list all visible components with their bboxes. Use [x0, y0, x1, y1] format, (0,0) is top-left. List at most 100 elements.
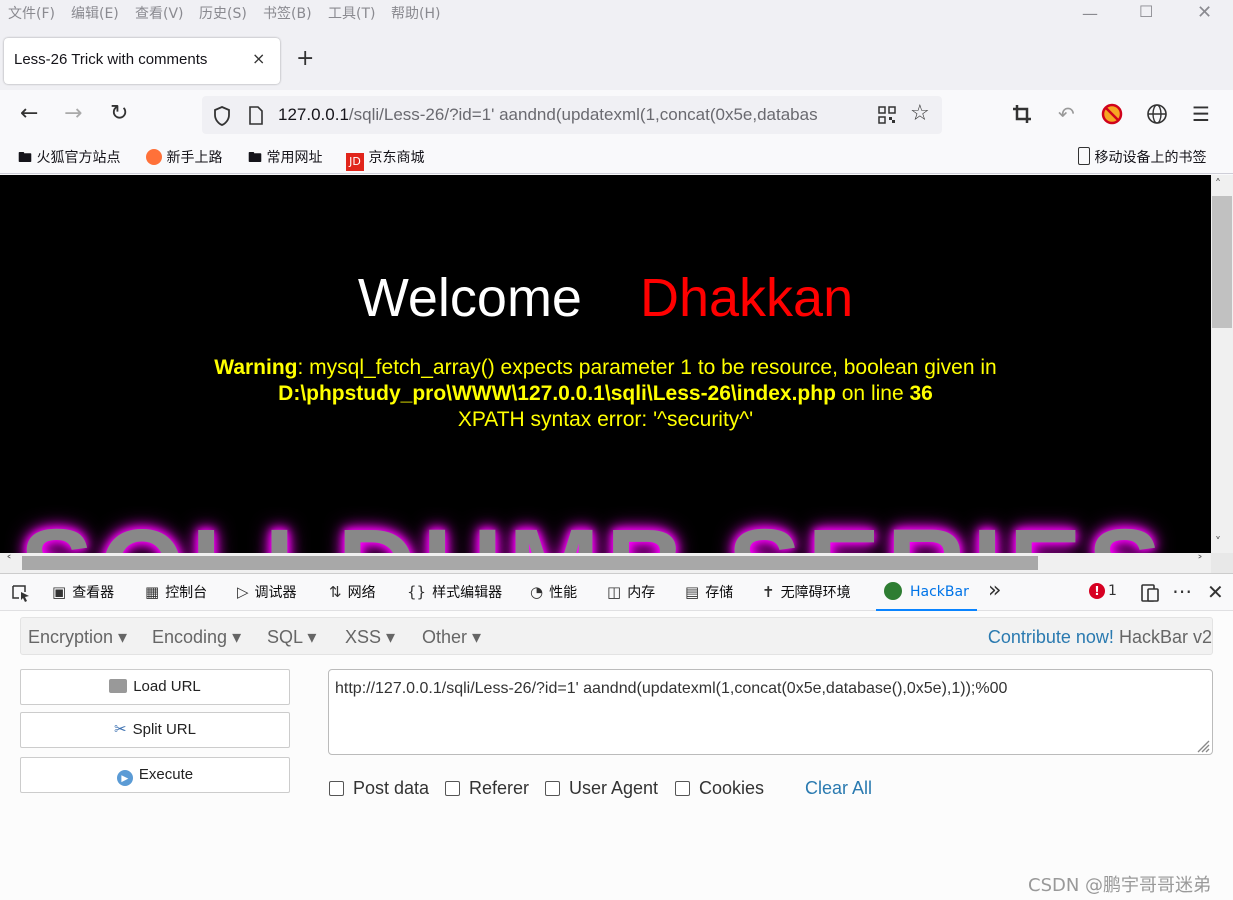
contribute-link[interactable]: Contribute now! [988, 627, 1114, 647]
back-icon[interactable]: ← [20, 102, 38, 126]
button-label: Split URL [132, 721, 196, 738]
tab-accessibility[interactable]: ✝ 无障碍环境 [762, 574, 851, 611]
vertical-scroll-thumb[interactable] [1212, 196, 1232, 328]
tab-storage[interactable]: ▤ 存储 [685, 574, 733, 611]
minimize-icon[interactable]: — [1082, 4, 1098, 23]
url-bar[interactable]: 127.0.0.1/sqli/Less-26/?id=1' aandnd(upd… [202, 96, 942, 134]
forward-icon[interactable]: → [64, 102, 82, 126]
post-data-checkbox[interactable]: Post data [329, 778, 429, 799]
bookmark-label: 新手上路 [166, 150, 223, 166]
window-close-icon[interactable]: ✕ [1197, 2, 1212, 23]
responsive-design-icon[interactable] [1140, 583, 1160, 603]
checkbox-label: User Agent [569, 778, 659, 798]
crop-icon[interactable] [1012, 104, 1032, 124]
star-icon[interactable]: ☆ [910, 101, 930, 126]
undo-icon[interactable]: ↶ [1058, 102, 1075, 126]
jd-icon: JD [346, 153, 364, 171]
tab-debugger[interactable]: ▷ 调试器 [237, 574, 297, 611]
bookmark-getting-started[interactable]: 新手上路 [146, 147, 222, 167]
menu-edit[interactable]: 编辑(E) [71, 3, 119, 23]
hackbar-version: HackBar v2 [1118, 627, 1212, 647]
tab-close-icon[interactable]: × [252, 49, 265, 68]
reload-icon[interactable]: ↻ [110, 102, 128, 126]
error-icon[interactable]: ! [1089, 583, 1105, 599]
scroll-up-icon[interactable]: ˄ [1215, 177, 1221, 191]
menu-history[interactable]: 历史(S) [199, 3, 247, 23]
hackbar-menu-encoding[interactable]: Encoding ▾ [152, 627, 241, 648]
scroll-right-icon[interactable]: ˃ [1197, 554, 1203, 568]
new-tab-button[interactable]: + [296, 48, 314, 70]
devtools-close-icon[interactable]: ✕ [1207, 580, 1224, 604]
menu-file[interactable]: 文件(F) [8, 3, 55, 23]
block-extension-icon[interactable] [1101, 103, 1123, 125]
performance-icon: ◔ [530, 583, 544, 601]
hackbar-menu-xss[interactable]: XSS ▾ [345, 627, 395, 648]
menu-tools[interactable]: 工具(T) [328, 3, 375, 23]
tab-network[interactable]: ⇅ 网络 [329, 574, 376, 611]
execute-button[interactable]: ▶ Execute [20, 757, 290, 793]
bookmark-jd[interactable]: JD 京东商城 [346, 147, 424, 171]
nav-bar: ← → ↻ 127.0.0.1/sqli/Less-26/?id=1' aand… [0, 90, 1233, 138]
console-icon: ▦ [145, 583, 160, 601]
hackbar-icon [884, 582, 902, 600]
element-picker-icon[interactable] [11, 584, 31, 602]
checkbox-box[interactable] [545, 781, 560, 796]
split-url-button[interactable]: ✂ Split URL [20, 712, 290, 748]
scroll-down-icon[interactable]: ˅ [1215, 535, 1221, 549]
horizontal-scroll-thumb[interactable] [22, 556, 1038, 570]
checkbox-box[interactable] [445, 781, 460, 796]
tab-inspector[interactable]: ▣ 查看器 [52, 574, 114, 611]
bookmark-mobile[interactable]: 移动设备上的书签 [1078, 147, 1206, 167]
contribute-area: Contribute now! HackBar v2 [988, 627, 1212, 648]
globe-icon[interactable] [1146, 103, 1168, 125]
resize-handle-icon[interactable] [1194, 737, 1210, 753]
cookies-checkbox[interactable]: Cookies [675, 778, 764, 799]
tab-memory[interactable]: ◫ 内存 [607, 574, 655, 611]
tab-console[interactable]: ▦ 控制台 [145, 574, 207, 611]
shield-icon[interactable] [212, 105, 232, 127]
menu-bookmarks[interactable]: 书签(B) [263, 3, 312, 23]
more-tabs-icon[interactable]: » [988, 578, 1001, 603]
welcome-heading: Welcome Dhakkan [0, 267, 1211, 329]
tab-label: 网络 [347, 585, 376, 601]
maximize-icon[interactable]: ☐ [1139, 2, 1153, 21]
welcome-word: Welcome [357, 268, 582, 328]
more-options-icon[interactable]: ⋯ [1172, 579, 1192, 603]
hamburger-menu-icon[interactable]: ☰ [1192, 102, 1210, 126]
bookmark-firefox-site[interactable]: 🖿 火狐官方站点 [18, 147, 120, 171]
clear-all-link[interactable]: Clear All [805, 778, 872, 799]
bookmark-common-sites[interactable]: 🖿 常用网址 [248, 147, 322, 171]
mobile-icon [1078, 147, 1090, 165]
hackbar-panel: Encryption ▾ Encoding ▾ SQL ▾ XSS ▾ Othe… [0, 611, 1233, 900]
load-url-button[interactable]: Load URL [20, 669, 290, 705]
network-icon: ⇅ [329, 583, 342, 601]
browser-tab[interactable]: Less-26 Trick with comments × [4, 38, 280, 84]
hackbar-menu-encryption[interactable]: Encryption ▾ [28, 627, 127, 648]
hackbar-menu-sql[interactable]: SQL ▾ [267, 627, 316, 648]
hackbar-url-textarea[interactable]: http://127.0.0.1/sqli/Less-26/?id=1' aan… [328, 669, 1213, 755]
tab-label: 调试器 [254, 585, 297, 601]
referer-checkbox[interactable]: Referer [445, 778, 529, 799]
tab-performance[interactable]: ◔ 性能 [530, 574, 577, 611]
hackbar-menu-other[interactable]: Other ▾ [422, 627, 481, 648]
button-label: Load URL [133, 678, 201, 695]
scissors-icon: ✂ [114, 721, 127, 738]
error-count[interactable]: 1 [1108, 583, 1117, 599]
checkbox-box[interactable] [675, 781, 690, 796]
menu-help[interactable]: 帮助(H) [391, 3, 440, 23]
bookmark-label: 常用网址 [266, 150, 323, 166]
tab-label: 无障碍环境 [780, 585, 851, 601]
tab-hackbar[interactable]: HackBar [876, 574, 977, 611]
style-editor-icon: {} [407, 583, 427, 601]
user-agent-checkbox[interactable]: User Agent [545, 778, 658, 799]
qr-code-icon[interactable] [878, 106, 896, 124]
checkbox-box[interactable] [329, 781, 344, 796]
play-icon: ▶ [116, 770, 133, 786]
page-info-icon[interactable] [248, 106, 264, 125]
menu-view[interactable]: 查看(V) [135, 3, 184, 23]
tab-style-editor[interactable]: {} 样式编辑器 [407, 574, 502, 611]
scroll-left-icon[interactable]: ˂ [6, 554, 12, 568]
menu-label: Encryption [28, 627, 114, 647]
page-content: Welcome Dhakkan Warning: mysql_fetch_arra… [0, 175, 1211, 553]
url-text[interactable]: 127.0.0.1/sqli/Less-26/?id=1' aandnd(upd… [278, 105, 872, 125]
